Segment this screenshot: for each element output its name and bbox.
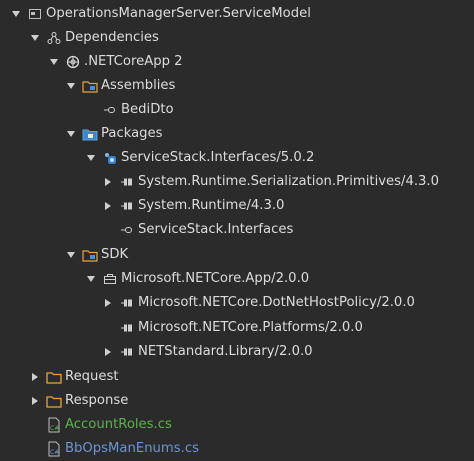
tree-row-request[interactable]: Request: [0, 365, 474, 389]
reference-icon: [102, 102, 118, 118]
request-label: Request: [65, 369, 119, 384]
sys-runtime-label: System.Runtime/4.3.0: [138, 198, 285, 213]
svg-text:C#: C#: [50, 449, 59, 456]
accountroles-label: AccountRoles.cs: [65, 417, 172, 432]
collapsed-arrow-icon[interactable]: [101, 345, 115, 359]
csharp-file-icon: C#: [46, 417, 62, 433]
sdk-package-icon: [102, 271, 118, 287]
project-icon: [27, 6, 43, 22]
package-reference-icon: [119, 174, 135, 190]
bedidto-label: BediDto: [121, 102, 174, 117]
tree-row-response[interactable]: Response: [0, 389, 474, 413]
tree-row-accountroles[interactable]: C# AccountRoles.cs: [0, 413, 474, 437]
response-label: Response: [65, 393, 129, 408]
csharp-file-icon: C#: [46, 441, 62, 457]
solution-explorer-tree: OperationsManagerServer.ServiceModel Dep…: [0, 0, 474, 460]
tree-row-sdk[interactable]: SDK: [0, 243, 474, 267]
dependencies-icon: [46, 30, 62, 46]
sys-runtime-serialization-label: System.Runtime.Serialization.Primitives/…: [138, 174, 440, 189]
tree-row-netstandard-library[interactable]: NETStandard.Library/2.0.0: [0, 340, 474, 364]
collapsed-arrow-icon[interactable]: [101, 296, 115, 310]
collapsed-arrow-icon[interactable]: [101, 175, 115, 189]
packages-label: Packages: [101, 126, 163, 141]
nuget-package-icon: [102, 150, 118, 166]
dependencies-label: Dependencies: [65, 30, 159, 45]
package-reference-icon: [119, 320, 135, 336]
tree-row-ms-dotnethostpolicy[interactable]: Microsoft.NETCore.DotNetHostPolicy/2.0.0: [0, 291, 474, 315]
expanded-arrow-icon[interactable]: [84, 151, 98, 165]
netcoreapp-label: .NETCoreApp 2: [84, 54, 183, 69]
sdk-label: SDK: [101, 247, 129, 262]
assemblies-folder-icon: [82, 78, 98, 94]
tree-row-dependencies[interactable]: Dependencies: [0, 26, 474, 50]
collapsed-arrow-icon[interactable]: [101, 199, 115, 213]
assemblies-label: Assemblies: [101, 78, 176, 93]
package-reference-icon: [119, 344, 135, 360]
expanded-arrow-icon[interactable]: [28, 31, 42, 45]
tree-row-ms-platforms[interactable]: Microsoft.NETCore.Platforms/2.0.0: [0, 316, 474, 340]
tree-row-servicestack-package[interactable]: ServiceStack.Interfaces/5.0.2: [0, 146, 474, 170]
expanded-arrow-icon[interactable]: [64, 248, 78, 262]
expanded-arrow-icon[interactable]: [9, 7, 23, 21]
tree-row-assemblies[interactable]: Assemblies: [0, 74, 474, 98]
tree-row-servicestack-assembly[interactable]: ServiceStack.Interfaces: [0, 218, 474, 242]
collapsed-arrow-icon[interactable]: [28, 370, 42, 384]
tree-row-project[interactable]: OperationsManagerServer.ServiceModel: [0, 2, 474, 26]
netstandard-library-label: NETStandard.Library/2.0.0: [138, 344, 313, 359]
expanded-arrow-icon[interactable]: [84, 272, 98, 286]
project-label: OperationsManagerServer.ServiceModel: [46, 6, 311, 21]
expanded-arrow-icon[interactable]: [64, 79, 78, 93]
tree-row-sys-runtime[interactable]: System.Runtime/4.3.0: [0, 194, 474, 218]
folder-icon: [46, 393, 62, 409]
servicestack-assembly-label: ServiceStack.Interfaces: [138, 222, 294, 237]
servicestack-package-label: ServiceStack.Interfaces/5.0.2: [121, 150, 315, 165]
tree-row-sys-runtime-serialization[interactable]: System.Runtime.Serialization.Primitives/…: [0, 170, 474, 194]
ms-dotnethostpolicy-label: Microsoft.NETCore.DotNetHostPolicy/2.0.0: [138, 295, 415, 310]
sdk-folder-icon: [82, 247, 98, 263]
packages-folder-icon: [82, 126, 98, 142]
ms-platforms-label: Microsoft.NETCore.Platforms/2.0.0: [138, 320, 363, 335]
expanded-arrow-icon[interactable]: [47, 55, 61, 69]
bbopsmanenums-label: BbOpsManEnums.cs: [65, 441, 199, 456]
folder-icon: [46, 369, 62, 385]
ms-netcore-app-label: Microsoft.NETCore.App/2.0.0: [121, 271, 310, 286]
package-reference-icon: [119, 198, 135, 214]
tree-row-bedidto[interactable]: BediDto: [0, 98, 474, 122]
collapsed-arrow-icon[interactable]: [28, 394, 42, 408]
reference-icon: [119, 222, 135, 238]
package-reference-icon: [119, 295, 135, 311]
tree-row-netcoreapp[interactable]: .NETCoreApp 2: [0, 50, 474, 74]
expanded-arrow-icon[interactable]: [64, 127, 78, 141]
tree-row-ms-netcore-app[interactable]: Microsoft.NETCore.App/2.0.0: [0, 267, 474, 291]
svg-text:C#: C#: [50, 425, 59, 432]
framework-icon: [65, 54, 81, 70]
tree-row-packages[interactable]: Packages: [0, 122, 474, 146]
tree-row-bbopsmanenums[interactable]: C# BbOpsManEnums.cs: [0, 437, 474, 461]
